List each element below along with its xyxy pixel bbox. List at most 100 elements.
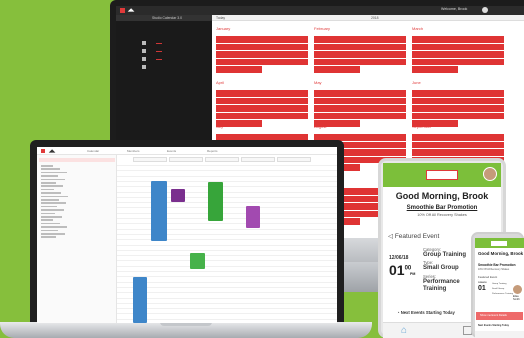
sidebar-list-item[interactable] [41, 175, 58, 177]
month-week-row[interactable] [216, 105, 308, 112]
month-week-row[interactable] [314, 36, 406, 43]
sidebar-list-item[interactable] [41, 229, 58, 232]
sidebar-list-item[interactable] [41, 209, 64, 211]
month-week-row[interactable] [216, 66, 262, 73]
schedule-row-line [117, 180, 337, 182]
month-week-row[interactable] [314, 51, 406, 58]
sidebar-list-item[interactable] [41, 216, 62, 218]
month-week-row[interactable] [314, 90, 406, 97]
sidebar-item-3[interactable]: ▬▬ [156, 57, 162, 61]
month-block[interactable]: March [412, 26, 504, 88]
next-events-link[interactable]: ◔ Next Events Starting Today [397, 310, 455, 315]
settings-icon[interactable] [142, 65, 146, 69]
event-block-purple[interactable] [171, 189, 185, 202]
month-block[interactable]: February [314, 26, 406, 88]
month-name: April [216, 80, 225, 85]
phone-app-screen: Good Morning, Brook Smoothie Bar Promoti… [475, 238, 524, 338]
today-button[interactable]: Today [216, 16, 225, 20]
month-week-row[interactable] [412, 105, 504, 112]
tab-members[interactable]: Members [127, 149, 140, 153]
sidebar-item-2[interactable]: ▬▬ [156, 49, 162, 53]
event-block-green[interactable] [208, 182, 223, 221]
members-icon[interactable] [142, 49, 146, 53]
month-block[interactable]: January [216, 26, 308, 88]
sidebar-list-item[interactable] [41, 222, 60, 225]
month-week-row[interactable] [216, 58, 308, 65]
month-week-row[interactable] [412, 36, 504, 43]
month-week-row[interactable] [314, 58, 406, 65]
month-week-row[interactable] [216, 112, 308, 119]
column-header[interactable] [277, 157, 311, 162]
month-name: March [412, 26, 424, 31]
month-week-row[interactable] [314, 66, 360, 73]
sidebar-list-item[interactable] [41, 188, 54, 191]
sidebar-selected-item[interactable] [39, 158, 115, 162]
sidebar-list-item[interactable] [41, 219, 53, 221]
month-week-row[interactable] [314, 105, 406, 112]
month-week-row[interactable] [216, 43, 308, 50]
month-week-row[interactable] [314, 97, 406, 104]
month-week-row[interactable] [412, 51, 504, 58]
month-week-row[interactable] [412, 66, 458, 73]
calendar-icon[interactable] [142, 41, 146, 45]
phone-next-events[interactable]: Next Events Starting Today [478, 324, 509, 327]
event-block-blue-2[interactable] [133, 277, 147, 323]
sidebar-list-item[interactable] [41, 182, 56, 184]
sidebar-list-item[interactable] [41, 212, 55, 215]
month-week-row[interactable] [216, 90, 308, 97]
sidebar-list-item[interactable] [41, 226, 67, 228]
reports-icon[interactable] [142, 57, 146, 61]
sidebar-list-item[interactable] [41, 168, 60, 170]
month-week-row[interactable] [412, 58, 504, 65]
sidebar-list-item[interactable] [41, 165, 53, 167]
month-week-row[interactable] [412, 149, 504, 156]
year-label: 2018 [371, 16, 379, 20]
month-week-row[interactable] [216, 36, 308, 43]
month-week-row[interactable] [314, 112, 406, 119]
category-value: Group Training [423, 252, 466, 258]
home-icon[interactable]: ⌂ [401, 325, 407, 336]
schedule-row-line [117, 286, 337, 288]
month-week-row[interactable] [412, 134, 504, 141]
schedule-row-line [117, 255, 337, 257]
schedule-row-line [117, 212, 337, 214]
schedule-row-line [117, 228, 337, 230]
tab-calendar[interactable]: Calendar [87, 149, 99, 153]
month-week-row[interactable] [412, 90, 504, 97]
sidebar-list-item[interactable] [41, 185, 63, 187]
schedule-row-line [117, 249, 337, 251]
month-week-row[interactable] [412, 97, 504, 104]
month-week-row[interactable] [412, 141, 504, 148]
column-header[interactable] [133, 157, 167, 162]
promo-title[interactable]: Smoothie Bar Promotion [383, 205, 501, 211]
month-week-row[interactable] [314, 43, 406, 50]
month-week-row[interactable] [216, 51, 308, 58]
month-week-row[interactable] [412, 43, 504, 50]
sidebar-item-1[interactable]: ▬▬ [156, 41, 162, 45]
sidebar-list-item[interactable] [41, 236, 56, 238]
column-header[interactable] [241, 157, 275, 162]
sidebar-list-item[interactable] [41, 171, 67, 174]
month-week-row[interactable] [216, 97, 308, 104]
sidebar-list-item[interactable] [41, 205, 57, 208]
event-block-lightgreen[interactable] [190, 253, 205, 269]
featured-event-heading: ◁ Featured Event [388, 233, 440, 240]
user-avatar[interactable] [482, 7, 488, 13]
series-value: Performance Training [423, 279, 460, 292]
sidebar-list-item[interactable] [41, 202, 66, 204]
sidebar-list-item[interactable] [41, 178, 65, 181]
tab-events[interactable]: Events [167, 149, 176, 153]
event-block-blue[interactable] [151, 181, 167, 241]
phone-promo-title[interactable]: Smoothie Bar Promotion [478, 263, 516, 267]
column-header[interactable] [205, 157, 239, 162]
event-block-violet[interactable] [246, 206, 260, 228]
sidebar-list-item[interactable] [41, 233, 65, 235]
sidebar-list-item[interactable] [41, 199, 59, 201]
sidebar-list-item[interactable] [41, 195, 68, 198]
month-week-row[interactable] [412, 112, 504, 119]
tab-reports[interactable]: Reports [207, 149, 218, 153]
sidebar-list-item[interactable] [41, 192, 61, 194]
column-header[interactable] [169, 157, 203, 162]
tablet-avatar[interactable] [483, 167, 497, 181]
phone-logo-icon [491, 241, 507, 246]
